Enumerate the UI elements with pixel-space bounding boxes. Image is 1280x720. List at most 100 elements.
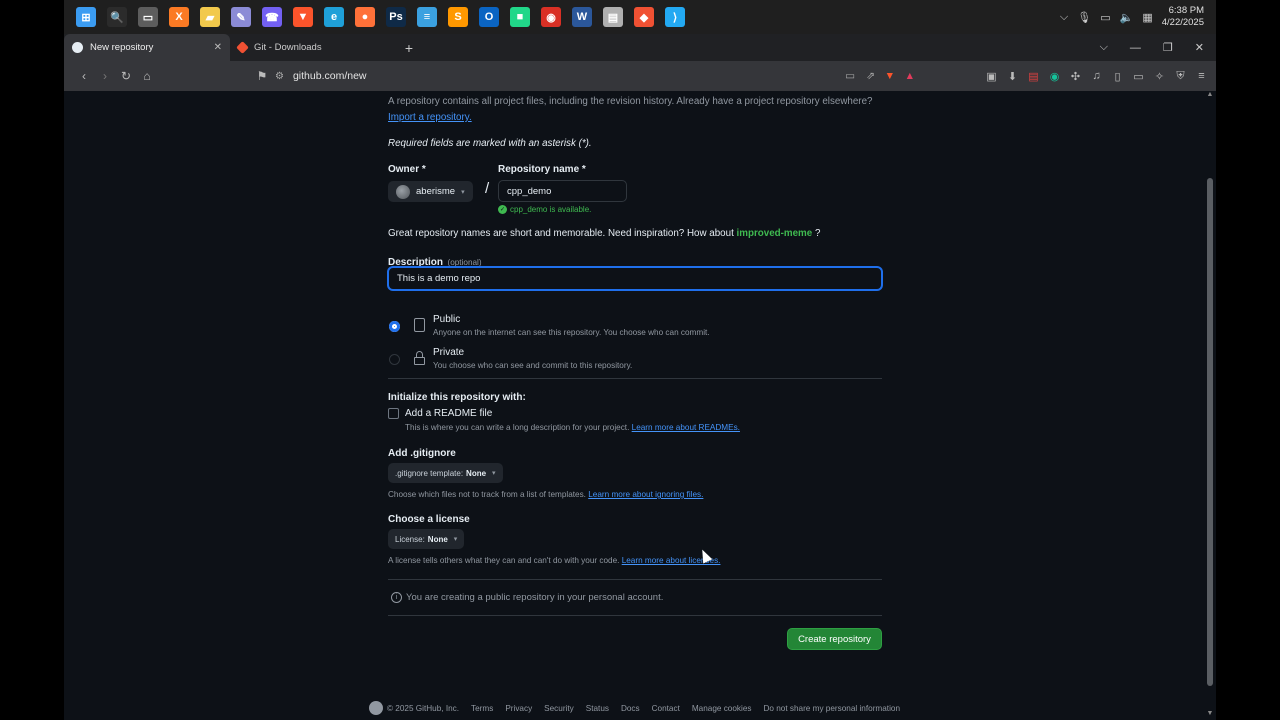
- chevron-up-icon[interactable]: ⌵: [1060, 11, 1068, 24]
- photoshop-icon[interactable]: Ps: [386, 7, 406, 27]
- github-logo-icon[interactable]: [369, 701, 383, 715]
- site-info-icon[interactable]: ⚙: [275, 71, 284, 82]
- scroll-up-icon[interactable]: ▲: [1205, 91, 1215, 98]
- import-repository-link[interactable]: Import a repository.: [388, 112, 883, 123]
- suggested-name-link[interactable]: improved-meme: [737, 228, 813, 239]
- word-icon[interactable]: W: [572, 7, 592, 27]
- license-dropdown[interactable]: License: None ▾: [388, 529, 465, 549]
- file-explorer-icon[interactable]: ▰: [200, 7, 220, 27]
- forward-icon[interactable]: ›: [95, 69, 115, 83]
- viber-icon[interactable]: ☎: [262, 7, 282, 27]
- lock-icon: [414, 351, 425, 365]
- pdf-viewer-icon[interactable]: ▤: [603, 7, 623, 27]
- download-icon[interactable]: ⬇: [1006, 70, 1019, 83]
- availability-text: cpp_demo is available.: [510, 205, 592, 214]
- tab-git-downloads[interactable]: Git - Downloads: [230, 34, 396, 61]
- tab-search-icon[interactable]: ⌵: [1100, 41, 1108, 54]
- gitignore-dropdown[interactable]: .gitignore template: None ▾: [388, 463, 503, 483]
- install-icon[interactable]: ▭: [845, 70, 855, 82]
- footer-link-contact[interactable]: Contact: [652, 704, 680, 713]
- leo-ai-icon[interactable]: ✧: [1153, 70, 1166, 83]
- vscode-icon[interactable]: ⟩: [665, 7, 685, 27]
- chrome-icon[interactable]: ◉: [541, 7, 561, 27]
- microphone-icon[interactable]: 🎙: [1077, 11, 1091, 24]
- sublime-text-icon[interactable]: S: [448, 7, 468, 27]
- public-radio[interactable]: [389, 321, 400, 332]
- back-icon[interactable]: ‹: [74, 69, 94, 83]
- pycharm-icon[interactable]: ■: [510, 7, 530, 27]
- minimize-button[interactable]: —: [1130, 42, 1141, 54]
- create-repository-button[interactable]: Create repository: [787, 628, 882, 650]
- readme-label: Add a README file: [405, 408, 493, 419]
- firefox-icon[interactable]: ●: [355, 7, 375, 27]
- readme-learn-more-link[interactable]: Learn more about READMEs.: [632, 423, 740, 432]
- brave-rewards-icon[interactable]: ▲: [905, 70, 915, 82]
- puzzle-icon[interactable]: ✣: [1069, 70, 1082, 83]
- vpn-icon[interactable]: ⛨: [1174, 70, 1187, 83]
- readme-description-text: This is where you can write a long descr…: [405, 423, 630, 432]
- bookmark-icon[interactable]: ⚑: [252, 69, 272, 83]
- extensions-toolbar: ▣ ⬇ ▤ ◉ ✣ ♫ ▯ ▭ ✧ ⛨ ≡: [985, 61, 1208, 91]
- share-icon[interactable]: ⇗: [866, 70, 875, 82]
- public-notice: i You are creating a public repository i…: [391, 592, 663, 603]
- footer-link-status[interactable]: Status: [586, 704, 609, 713]
- check-circle-icon: ✓: [498, 205, 507, 214]
- footer-link-security[interactable]: Security: [544, 704, 574, 713]
- address-bar[interactable]: ⚙ github.com/new ▭ ⇗ ▼ ▲: [275, 64, 915, 88]
- scrollbar-thumb[interactable]: [1207, 178, 1213, 686]
- task-view-icon[interactable]: ▭: [138, 7, 158, 27]
- footer-link-privacy[interactable]: Privacy: [505, 704, 532, 713]
- xampp-icon[interactable]: X: [169, 7, 189, 27]
- brave-icon[interactable]: ▼: [293, 7, 313, 27]
- footer-copyright: © 2025 GitHub, Inc.: [387, 703, 460, 713]
- outlook-icon[interactable]: O: [479, 7, 499, 27]
- git-icon[interactable]: ◆: [634, 7, 654, 27]
- private-title: Private: [433, 347, 465, 358]
- search-icon[interactable]: 🔍: [107, 7, 127, 27]
- public-notice-text: You are creating a public repository in …: [406, 592, 664, 603]
- inspiration-prefix: Great repository names are short and mem…: [388, 228, 734, 239]
- close-icon[interactable]: ✕: [214, 42, 222, 53]
- wallet-icon[interactable]: ▭: [1132, 70, 1145, 83]
- license-description: A license tells others what they can and…: [388, 556, 720, 565]
- media-icon[interactable]: ♫: [1090, 70, 1103, 82]
- brave-shields-icon[interactable]: ▼: [885, 70, 895, 82]
- repository-name-input[interactable]: cpp_demo: [498, 180, 627, 202]
- owner-dropdown[interactable]: aberisme ▾: [388, 181, 473, 202]
- speaker-icon[interactable]: 🔈: [1120, 11, 1134, 24]
- footer-link-terms[interactable]: Terms: [471, 704, 493, 713]
- close-window-button[interactable]: ✕: [1195, 41, 1204, 54]
- owner-value: aberisme: [416, 186, 456, 197]
- new-extension-icon[interactable]: ▤: [1027, 70, 1040, 83]
- scroll-down-icon[interactable]: ▼: [1205, 710, 1215, 717]
- restore-button[interactable]: ❐: [1163, 41, 1173, 54]
- extension-icon[interactable]: ▣: [985, 70, 998, 83]
- grammarly-icon[interactable]: ◉: [1048, 70, 1061, 83]
- windows-start-icon[interactable]: ⊞: [76, 7, 96, 27]
- new-tab-button[interactable]: +: [396, 34, 422, 61]
- gitignore-heading: Add .gitignore: [388, 448, 456, 459]
- edge-icon[interactable]: e: [324, 7, 344, 27]
- license-heading: Choose a license: [388, 514, 470, 525]
- readme-checkbox[interactable]: [388, 408, 399, 419]
- tab-new-repository[interactable]: New repository ✕: [64, 34, 230, 61]
- footer-link-do-not-share[interactable]: Do not share my personal information: [763, 704, 900, 713]
- description-input[interactable]: This is a demo repo: [388, 267, 882, 290]
- clock[interactable]: 6:38 PM 4/22/2025: [1162, 5, 1204, 29]
- private-description: You choose who can see and commit to thi…: [433, 361, 633, 370]
- readme-option[interactable]: Add a README file: [388, 408, 492, 419]
- notepad-icon[interactable]: ≡: [417, 7, 437, 27]
- paint-icon[interactable]: ✎: [231, 7, 251, 27]
- menu-icon[interactable]: ≡: [1195, 70, 1208, 82]
- gitignore-learn-more-link[interactable]: Learn more about ignoring files.: [588, 490, 703, 499]
- reload-icon[interactable]: ↻: [116, 69, 136, 83]
- url-text: github.com/new: [292, 70, 367, 82]
- home-icon[interactable]: ⌂: [137, 69, 157, 83]
- footer-link-docs[interactable]: Docs: [621, 704, 640, 713]
- private-radio[interactable]: [389, 354, 400, 365]
- display-icon[interactable]: ▭: [1100, 11, 1110, 24]
- network-icon[interactable]: ▦: [1142, 11, 1152, 24]
- clock-date: 4/22/2025: [1161, 17, 1204, 28]
- sidebar-icon[interactable]: ▯: [1111, 70, 1124, 83]
- footer-link-manage-cookies[interactable]: Manage cookies: [692, 704, 752, 713]
